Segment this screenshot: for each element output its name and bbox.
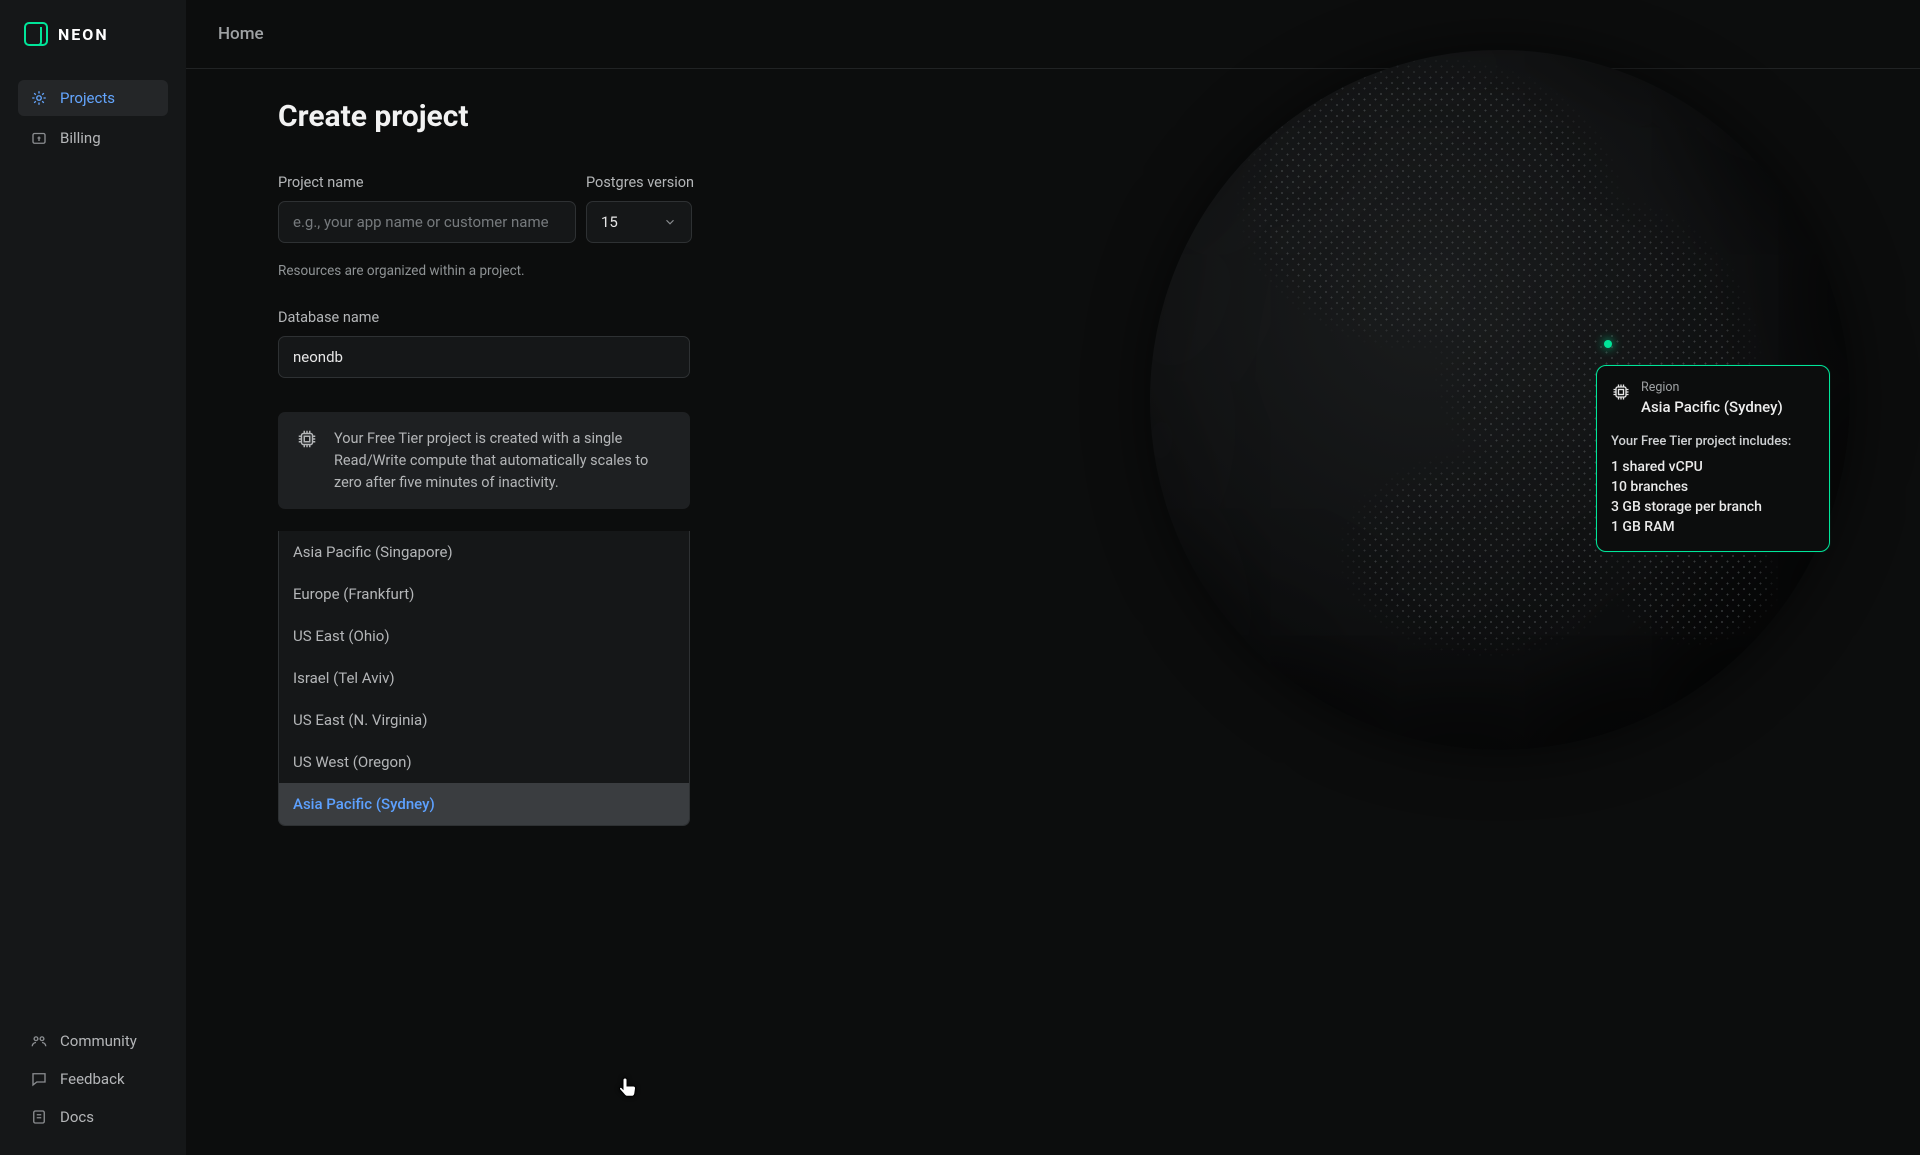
region-spec-item: 1 GB RAM bbox=[1611, 519, 1815, 535]
project-name-label: Project name bbox=[278, 174, 576, 191]
region-option[interactable]: US East (Ohio) bbox=[279, 615, 689, 657]
chevron-down-icon bbox=[663, 215, 677, 229]
community-icon bbox=[30, 1032, 48, 1050]
chip-icon bbox=[1611, 382, 1631, 402]
chip-icon bbox=[296, 428, 318, 450]
logo[interactable]: NEON bbox=[0, 0, 186, 66]
sidebar-item-docs[interactable]: Docs bbox=[18, 1099, 168, 1135]
project-name-help: Resources are organized within a project… bbox=[278, 263, 576, 279]
region-spec-item: 1 shared vCPU bbox=[1611, 459, 1815, 475]
neon-logo-icon bbox=[24, 22, 48, 46]
region-card-subtitle: Your Free Tier project includes: bbox=[1611, 434, 1815, 449]
sidebar-item-label: Feedback bbox=[60, 1070, 125, 1088]
sidebar-item-label: Projects bbox=[60, 89, 115, 107]
project-name-input[interactable] bbox=[278, 201, 576, 243]
billing-icon bbox=[30, 129, 48, 147]
sidebar-item-label: Docs bbox=[60, 1108, 94, 1126]
region-info-card: Region Asia Pacific (Sydney) Your Free T… bbox=[1596, 365, 1830, 552]
region-option[interactable]: US West (Oregon) bbox=[279, 741, 689, 783]
pointer-cursor bbox=[619, 1076, 635, 1096]
sidebar-item-label: Billing bbox=[60, 129, 101, 147]
sidebar-item-label: Community bbox=[60, 1032, 137, 1050]
projects-icon bbox=[30, 89, 48, 107]
region-spec-item: 10 branches bbox=[1611, 479, 1815, 495]
breadcrumb: Home bbox=[218, 24, 264, 44]
region-card-name: Asia Pacific (Sydney) bbox=[1641, 398, 1783, 416]
region-spec-item: 3 GB storage per branch bbox=[1611, 499, 1815, 515]
pg-version-label: Postgres version bbox=[586, 174, 694, 191]
region-card-label: Region bbox=[1641, 380, 1783, 395]
sidebar-item-feedback[interactable]: Feedback bbox=[18, 1061, 168, 1097]
brand-text: NEON bbox=[58, 25, 109, 44]
sidebar: NEON Projects Billing Community Feedback… bbox=[0, 0, 186, 1155]
pg-version-select[interactable]: 15 bbox=[586, 201, 692, 243]
db-name-input[interactable] bbox=[278, 336, 690, 378]
region-option[interactable]: Asia Pacific (Singapore) bbox=[279, 531, 689, 573]
region-dropdown: Asia Pacific (Singapore)Europe (Frankfur… bbox=[278, 531, 690, 826]
region-option[interactable]: Asia Pacific (Sydney) bbox=[279, 783, 689, 825]
free-tier-info: Your Free Tier project is created with a… bbox=[278, 412, 690, 509]
region-option[interactable]: Israel (Tel Aviv) bbox=[279, 657, 689, 699]
region-option[interactable]: US East (N. Virginia) bbox=[279, 699, 689, 741]
docs-icon bbox=[30, 1108, 48, 1126]
region-marker-dot bbox=[1604, 340, 1612, 348]
feedback-icon bbox=[30, 1070, 48, 1088]
region-option[interactable]: Europe (Frankfurt) bbox=[279, 573, 689, 615]
globe-graphic: Region Asia Pacific (Sydney) Your Free T… bbox=[1100, 20, 1880, 800]
sidebar-item-community[interactable]: Community bbox=[18, 1023, 168, 1059]
sidebar-item-projects[interactable]: Projects bbox=[18, 80, 168, 116]
free-tier-info-text: Your Free Tier project is created with a… bbox=[334, 428, 672, 493]
pg-version-value: 15 bbox=[601, 213, 618, 231]
sidebar-item-billing[interactable]: Billing bbox=[18, 120, 168, 156]
